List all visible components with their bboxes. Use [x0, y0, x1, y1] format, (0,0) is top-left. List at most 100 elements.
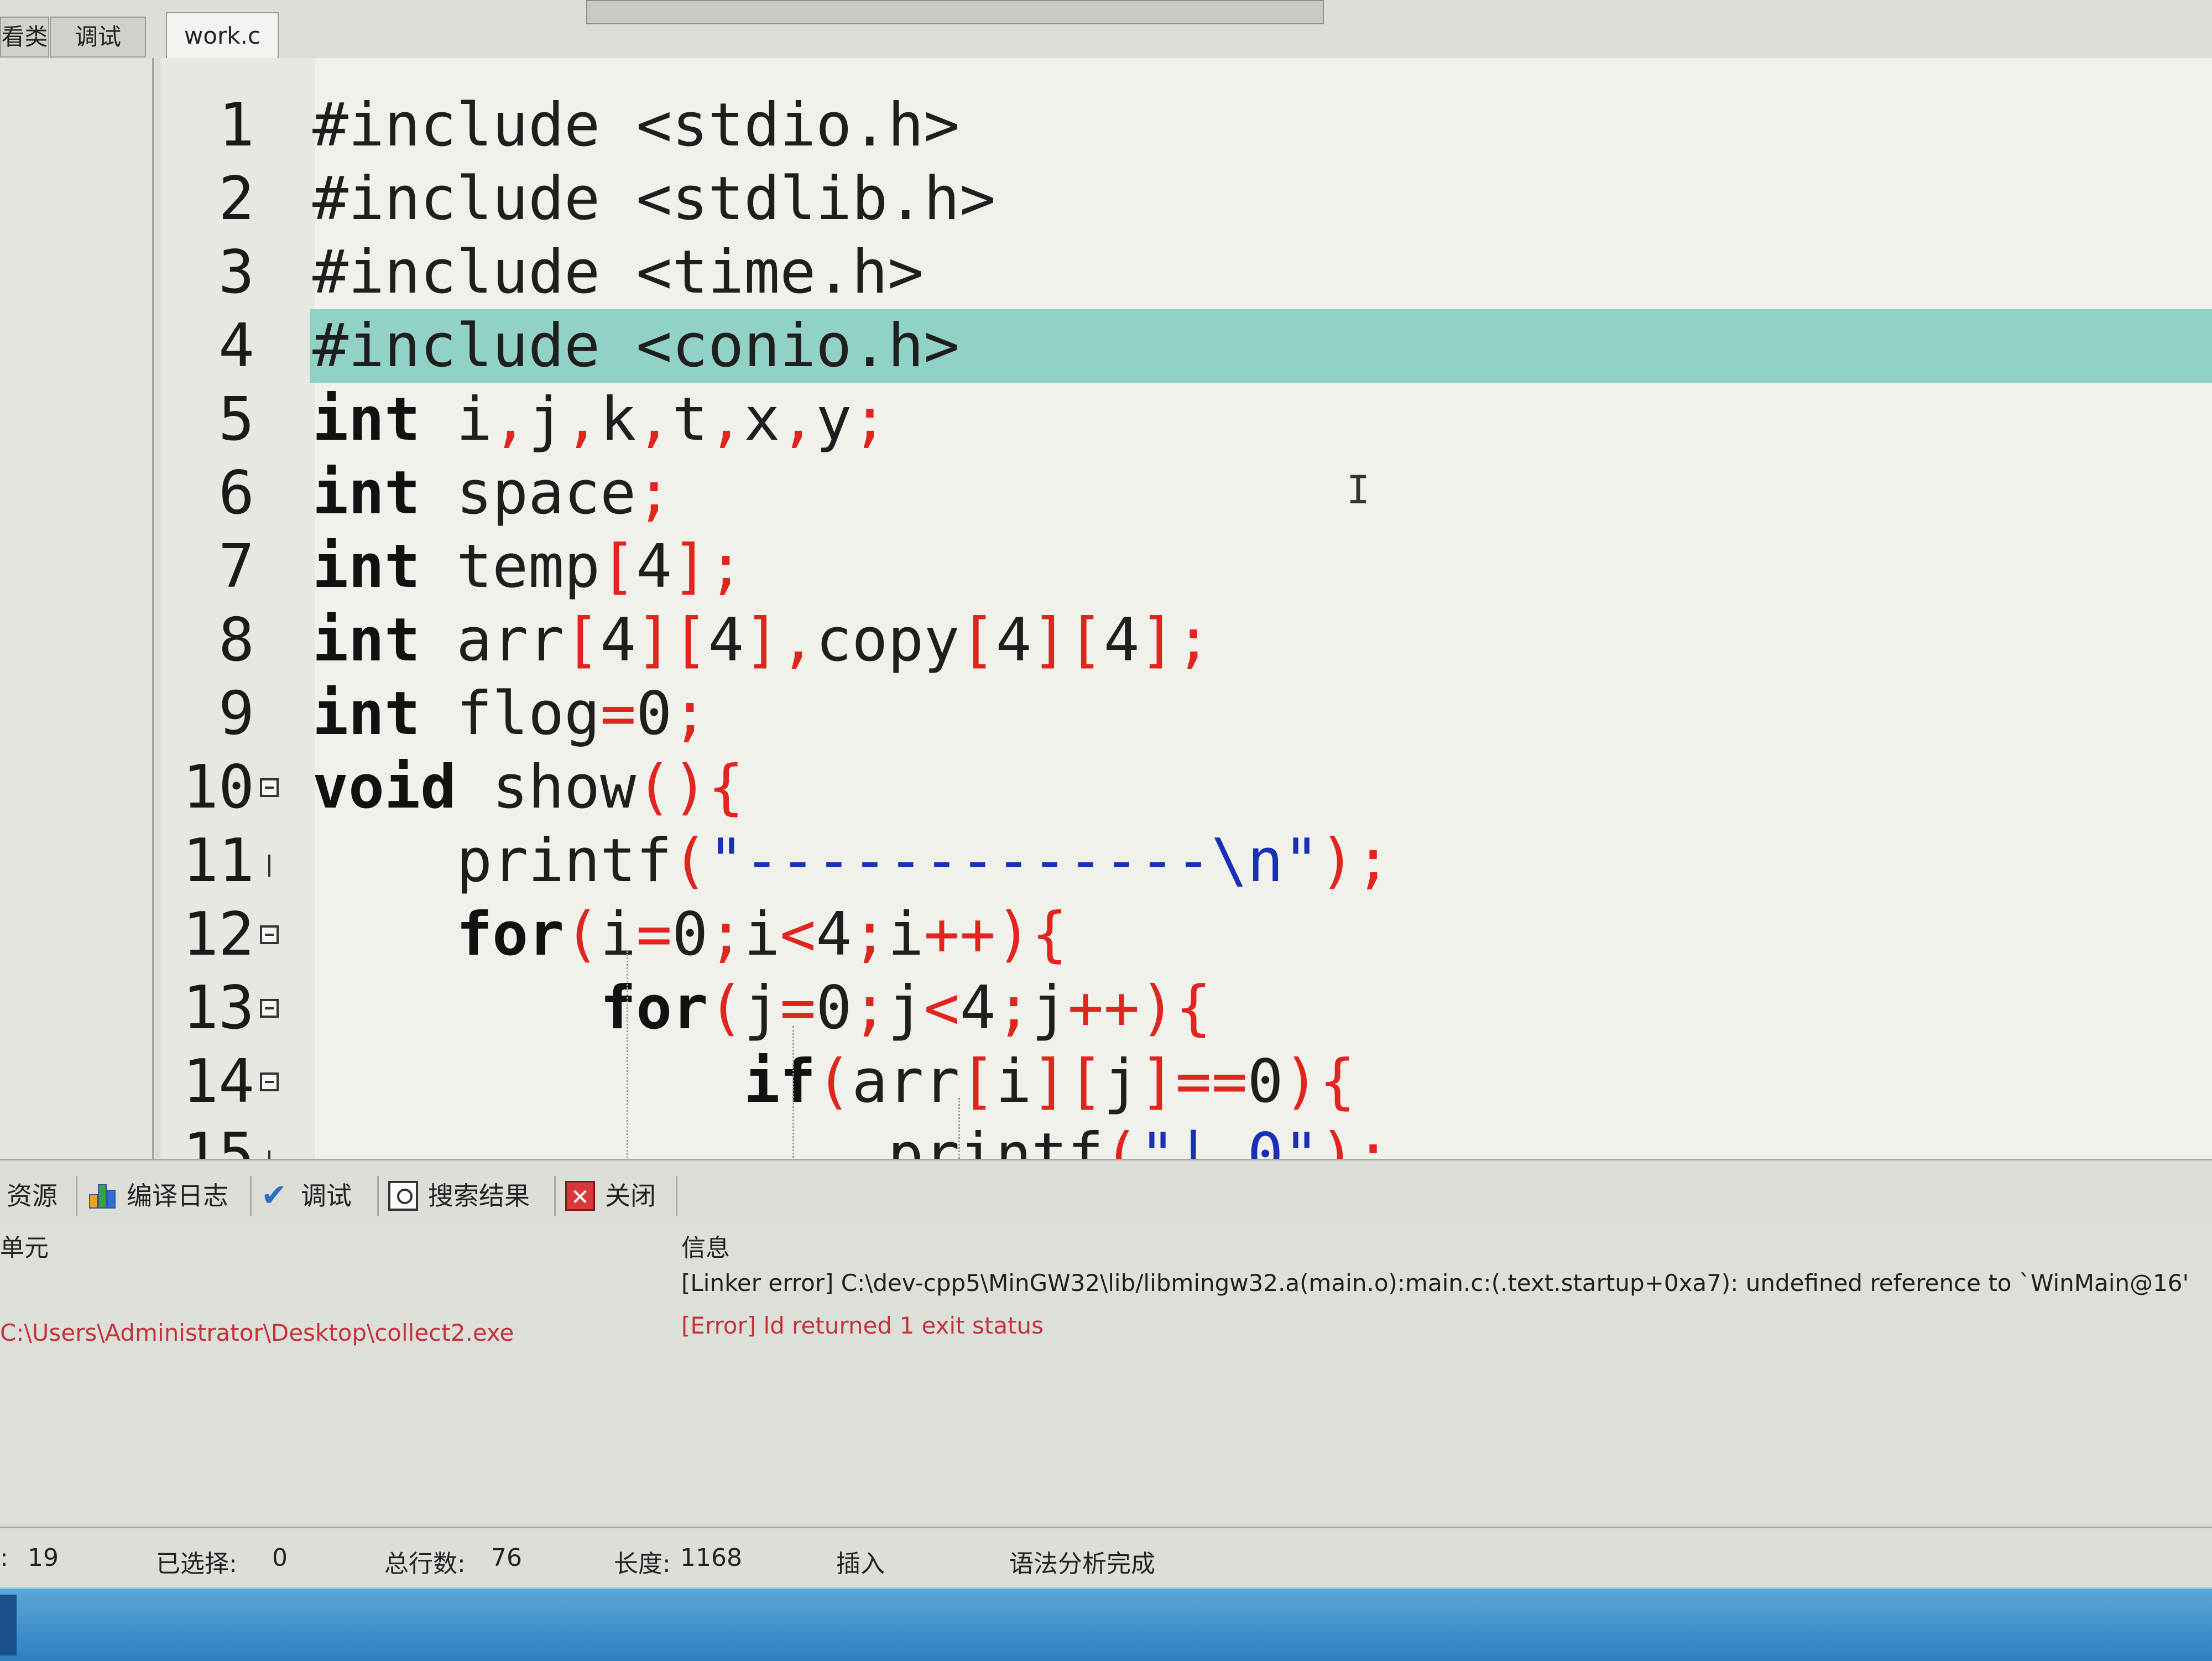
code-token: =: [636, 900, 672, 969]
code-token: (){: [636, 753, 744, 822]
code-line[interactable]: 1 #include <stdio.h>: [160, 88, 2212, 162]
code-token: ];: [672, 532, 744, 601]
code-token: ,: [780, 606, 816, 675]
code-token: ,: [492, 385, 529, 454]
code-line[interactable]: 8 int arr[4][4],copy[4][4];: [160, 603, 2212, 677]
fold-collapse-icon[interactable]: [260, 999, 279, 1018]
code-line[interactable]: 14 if(arr[i][j]==0){: [160, 1045, 2212, 1118]
status-length-label: 长度:: [614, 1550, 671, 1578]
column-header-info[interactable]: 信息: [681, 1228, 730, 1263]
code-line[interactable]: 7 int temp[4];: [160, 530, 2212, 603]
code-token: );: [1319, 1121, 1391, 1159]
tab-close[interactable]: ✕ 关闭: [559, 1176, 677, 1216]
code-line[interactable]: 5 int i,j,k,t,x,y;: [160, 383, 2212, 456]
status-parse-complete: 语法分析完成: [1009, 1550, 1155, 1578]
code-text: for(j=0;j<4;j++){: [312, 971, 1211, 1045]
code-token: (: [564, 900, 601, 969]
tab-resources-label: 资源: [7, 1181, 58, 1211]
code-token: (: [672, 826, 708, 895]
code-token: ++){: [924, 900, 1068, 969]
code-token: show: [456, 753, 637, 822]
code-text: int flog=0;: [312, 677, 708, 751]
indent-guide: [792, 1026, 794, 1159]
output-tabs: 资源 编译日志 ✔ 调试 搜索结果 ✕ 关闭: [0, 1159, 2212, 1231]
code-token: int: [312, 459, 421, 528]
status-selected-value: 0: [272, 1544, 288, 1572]
status-selected-label: 已选择:: [156, 1550, 237, 1578]
tab-debug[interactable]: ✔ 调试: [254, 1176, 379, 1216]
status-total-value: 76: [491, 1544, 522, 1572]
code-token: printf: [312, 1121, 1104, 1159]
start-button[interactable]: [0, 1595, 17, 1655]
code-line[interactable]: 2 #include <stdlib.h>: [160, 162, 2212, 236]
code-token: 0: [636, 679, 672, 748]
code-token: i: [600, 900, 637, 969]
editor-tab-work-c[interactable]: work.c: [166, 12, 279, 59]
code-text: #include <conio.h>: [312, 309, 959, 383]
code-token: ;: [852, 973, 888, 1043]
fold-line: [268, 855, 270, 877]
code-line[interactable]: 11 printf("-------------\n");: [160, 824, 2212, 898]
column-header-unit[interactable]: 单元: [0, 1228, 49, 1263]
code-token: printf: [312, 826, 672, 895]
message-ld-error[interactable]: [Error] ld returned 1 exit status: [681, 1312, 1044, 1339]
code-token: (: [1103, 1121, 1140, 1159]
tab-compile-log[interactable]: 编译日志: [80, 1176, 252, 1216]
horizontal-scrollbar[interactable]: [586, 0, 1324, 24]
code-line[interactable]: 4 #include <conio.h>: [160, 309, 2212, 383]
line-number: 2: [218, 164, 254, 233]
status-line: 19: [28, 1544, 59, 1572]
code-token: for: [312, 973, 708, 1043]
tab-classes[interactable]: 看类: [0, 17, 49, 58]
code-text: int arr[4][4],copy[4][4];: [312, 603, 1212, 677]
tab-compile-log-label: 编译日志: [127, 1181, 228, 1211]
tab-debug-left[interactable]: 调试: [50, 17, 146, 58]
code-token: 0: [816, 973, 852, 1043]
fold-collapse-icon[interactable]: [260, 1072, 279, 1091]
code-line[interactable]: 6 int space;: [160, 456, 2212, 530]
code-token: y: [816, 385, 852, 454]
code-editor[interactable]: 1 #include <stdio.h> 2 #include <stdlib.h> 3…: [160, 58, 2212, 1159]
tab-resources[interactable]: 资源: [0, 1176, 77, 1216]
code-line[interactable]: 15 printf("| 0");: [160, 1118, 2212, 1159]
code-token: j: [1103, 1047, 1140, 1116]
code-token: ,: [780, 385, 816, 454]
code-token: ,: [708, 385, 744, 454]
code-token: ][: [636, 606, 708, 675]
code-token: #include <time.h>: [312, 238, 924, 307]
bar-chart-icon: [87, 1181, 117, 1211]
code-token: int: [312, 532, 421, 601]
code-token: "| 0": [1139, 1121, 1319, 1159]
code-token: k: [600, 385, 637, 454]
code-line[interactable]: 3 #include <time.h>: [160, 236, 2212, 309]
code-token: x: [744, 385, 780, 454]
code-line[interactable]: 10 void show(){: [160, 751, 2212, 824]
code-text: if(arr[i][j]==0){: [312, 1045, 1355, 1118]
check-icon: ✔: [261, 1178, 287, 1214]
code-line[interactable]: 9 int flog=0;: [160, 677, 2212, 751]
project-browser-panel: [0, 58, 154, 1164]
code-token: copy: [816, 606, 960, 675]
line-number: 12: [182, 900, 254, 969]
code-token: 4: [816, 900, 852, 969]
tab-search-results[interactable]: 搜索结果: [382, 1176, 556, 1216]
message-linker-error[interactable]: [Linker error] C:\dev-cpp5\MinGW32\lib/l…: [681, 1269, 2189, 1296]
code-token: (: [708, 973, 744, 1043]
code-token: ]: [744, 606, 780, 675]
fold-line: [268, 1150, 270, 1159]
code-line[interactable]: 12 for(i=0;i<4;i++){: [160, 898, 2212, 971]
message-unit-file[interactable]: C:\Users\Administrator\Desktop\collect2.…: [0, 1319, 514, 1346]
indent-guide: [958, 1098, 960, 1159]
line-number: 14: [182, 1047, 254, 1116]
top-strip: 看类 调试 work.c: [0, 0, 2212, 61]
line-number: 11: [182, 826, 254, 895]
code-token: ;: [636, 459, 672, 528]
code-text: int temp[4];: [312, 530, 744, 603]
code-line[interactable]: 13 for(j=0;j<4;j++){: [160, 971, 2212, 1045]
fold-collapse-icon[interactable]: [260, 925, 279, 944]
fold-collapse-icon[interactable]: [260, 778, 279, 797]
line-number: 1: [218, 91, 254, 160]
code-token: ,: [564, 385, 601, 454]
line-number: 13: [182, 973, 254, 1043]
tab-close-label: 关闭: [605, 1181, 656, 1211]
